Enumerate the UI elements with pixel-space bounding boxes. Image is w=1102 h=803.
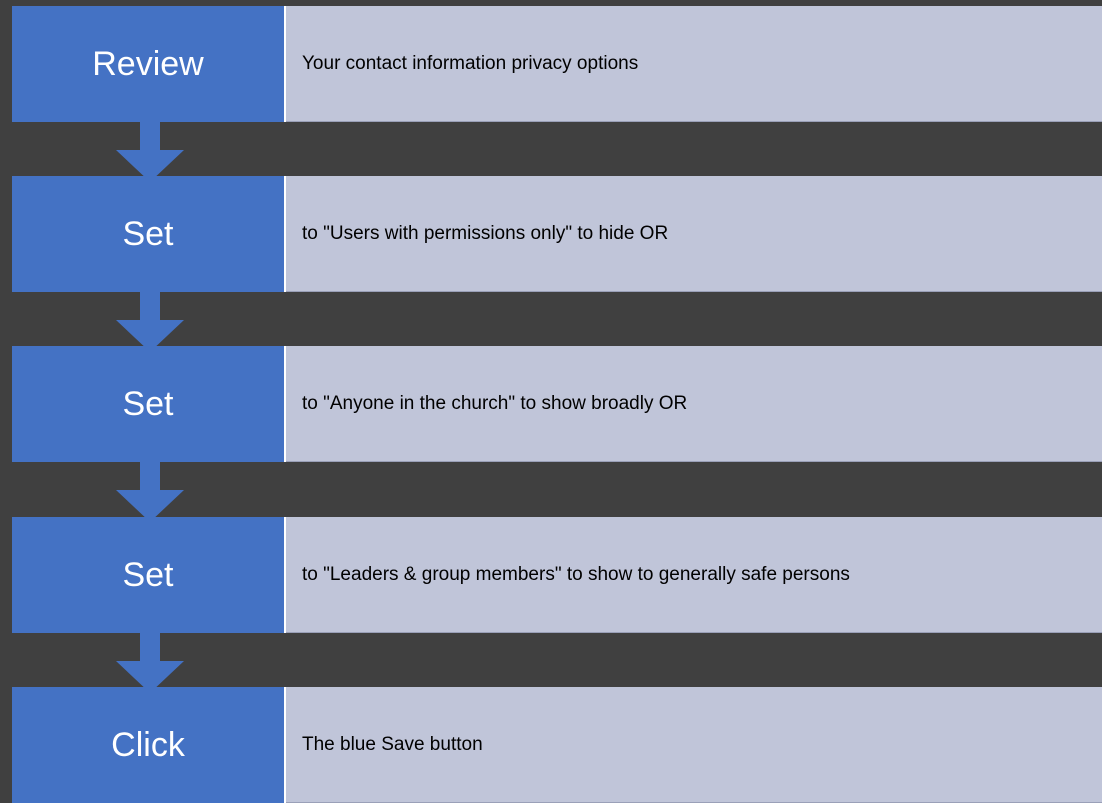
step-label: Set	[12, 176, 286, 292]
step-click-save: Click The blue Save button	[12, 687, 1102, 803]
step-set-leaders-group-members: Set to "Leaders & group members" to show…	[12, 517, 1102, 633]
step-label: Click	[12, 687, 286, 803]
step-description: The blue Save button	[286, 687, 1102, 803]
down-arrow-icon	[116, 290, 184, 352]
down-arrow-icon	[116, 460, 184, 522]
down-arrow-icon	[116, 631, 184, 693]
step-label: Review	[12, 6, 286, 122]
step-set-anyone-in-church: Set to "Anyone in the church" to show br…	[12, 346, 1102, 462]
step-description: to "Leaders & group members" to show to …	[286, 517, 1102, 633]
down-arrow-icon	[116, 120, 184, 182]
step-label: Set	[12, 517, 286, 633]
step-description: Your contact information privacy options	[286, 6, 1102, 122]
step-set-permissions-only: Set to "Users with permissions only" to …	[12, 176, 1102, 292]
step-description: to "Anyone in the church" to show broadl…	[286, 346, 1102, 462]
step-review: Review Your contact information privacy …	[12, 6, 1102, 122]
step-label: Set	[12, 346, 286, 462]
step-description: to "Users with permissions only" to hide…	[286, 176, 1102, 292]
